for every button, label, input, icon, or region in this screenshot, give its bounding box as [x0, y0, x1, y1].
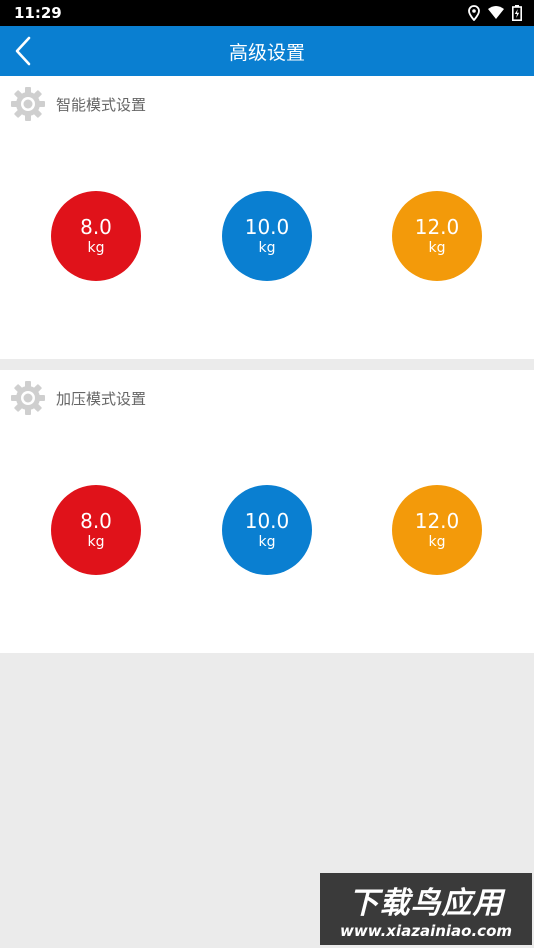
- weight-value: 8.0: [80, 215, 112, 239]
- page-title: 高级设置: [228, 41, 305, 64]
- pressure-weight-option-12[interactable]: 12.0 kg: [392, 485, 482, 575]
- section-header: 加压模式设置: [10, 380, 146, 416]
- weight-value: 12.0: [414, 215, 460, 239]
- gear-icon: [11, 381, 45, 415]
- wifi-icon: [488, 6, 504, 20]
- weight-unit: kg: [87, 534, 105, 550]
- section-header: 智能模式设置: [10, 86, 146, 122]
- back-arrow-icon: [15, 36, 31, 66]
- pressure-weight-option-10[interactable]: 10.0 kg: [222, 485, 312, 575]
- back-button[interactable]: [8, 35, 38, 67]
- watermark-logo: 下载鸟应用 www.xiazainiao.com: [320, 873, 532, 945]
- pressure-weight-option-8[interactable]: 8.0 kg: [51, 485, 141, 575]
- smart-weight-option-12[interactable]: 12.0 kg: [392, 191, 482, 281]
- weight-value: 10.0: [244, 509, 290, 533]
- smart-mode-card: 智能模式设置 8.0 kg 10.0 kg 12.0 kg: [0, 76, 534, 359]
- weight-unit: kg: [428, 534, 446, 550]
- location-icon: [468, 5, 480, 21]
- weight-value: 8.0: [80, 509, 112, 533]
- watermark-brand: 下载鸟应用: [348, 886, 504, 921]
- status-time: 11:29: [14, 4, 62, 22]
- battery-icon: [512, 5, 522, 21]
- watermark-url: www.xiazainiao.com: [339, 922, 513, 940]
- weight-value: 12.0: [414, 509, 460, 533]
- section-title: 智能模式设置: [56, 95, 147, 114]
- weight-unit: kg: [428, 240, 446, 256]
- section-title: 加压模式设置: [56, 389, 147, 408]
- status-icons: [468, 5, 522, 21]
- pressure-mode-card: 加压模式设置 8.0 kg 10.0 kg 12.0 kg: [0, 370, 534, 653]
- weight-unit: kg: [258, 240, 276, 256]
- status-bar: 11:29: [0, 0, 534, 26]
- weight-value: 10.0: [244, 215, 290, 239]
- weight-unit: kg: [258, 534, 276, 550]
- gear-icon: [11, 87, 45, 121]
- weight-unit: kg: [87, 240, 105, 256]
- smart-weight-option-8[interactable]: 8.0 kg: [51, 191, 141, 281]
- app-bar: 高级设置: [0, 26, 534, 76]
- smart-weight-option-10[interactable]: 10.0 kg: [222, 191, 312, 281]
